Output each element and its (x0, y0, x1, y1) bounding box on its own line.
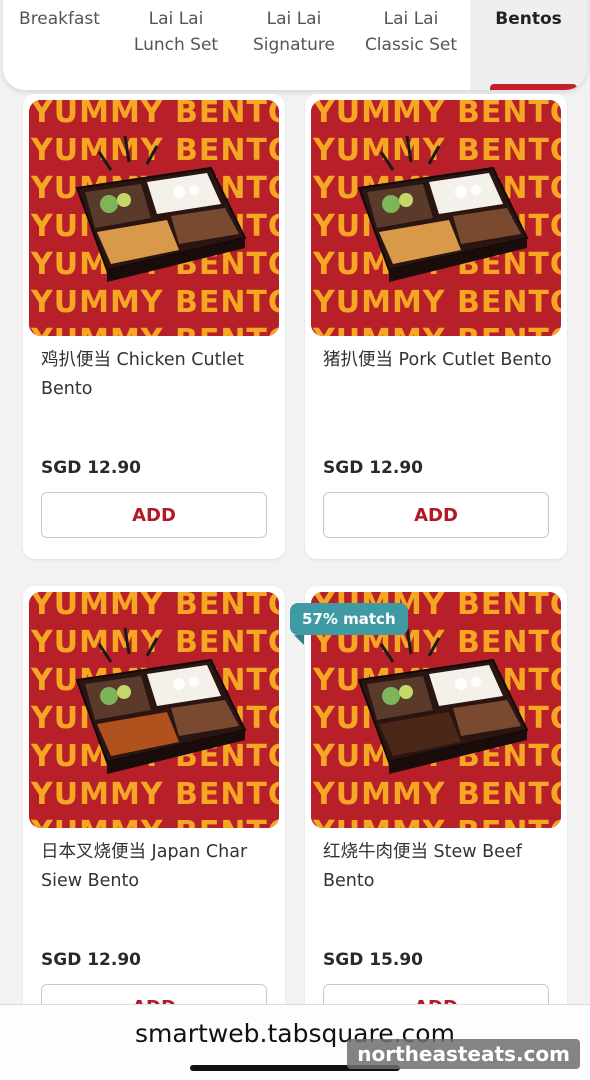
product-name: 猪扒便当 Pork Cutlet Bento (323, 350, 552, 370)
banner-text: YUMMY BENTO (312, 285, 561, 320)
product-name: 红烧牛肉便当 Stew Beef Bento (323, 842, 522, 891)
add-button[interactable]: ADD (323, 984, 549, 1004)
product-price: SGD 12.90 (41, 950, 141, 970)
product-price: SGD 15.90 (323, 950, 423, 970)
active-tab-indicator (490, 84, 577, 90)
banner-text: YUMMY BENTO (30, 592, 279, 622)
product-image: YUMMY BENTOYUMMY BENTOYUMMY BENTOYUMMY B… (29, 592, 279, 828)
product-image: YUMMY BENTOYUMMY BENTOYUMMY BENTOYUMMY B… (29, 100, 279, 336)
product-grid: YUMMY BENTO YUMMY BENTO YUMMY BENTO YUMMY B… (0, 92, 590, 1004)
banner-text: YUMMY BENTO (30, 323, 279, 336)
banner-text: YUMMY BENTO (30, 100, 279, 130)
tab-label: Lai Lai Signature (252, 9, 335, 55)
product-name: 日本叉烧便当 Japan Char Siew Bento (41, 842, 248, 891)
banner-text: YUMMY BENTO (30, 815, 279, 828)
category-tab-bar: Breakfast Lai Lai Lunch Set Lai Lai Sign… (0, 0, 590, 92)
product-card[interactable]: YUMMY BENTOYUMMY BENTOYUMMY BENTOYUMMY B… (305, 586, 567, 1004)
tab-label: Lai Lai Classic Set (364, 9, 458, 55)
match-badge: 57% match (290, 603, 408, 645)
browser-address-bar[interactable]: smartweb.tabsquare.com northeasteats.com (0, 1004, 590, 1080)
product-price: SGD 12.90 (323, 458, 423, 478)
banner-text: YUMMY BENTO (312, 100, 561, 130)
product-image: YUMMY BENTOYUMMY BENTOYUMMY BENTOYUMMY B… (311, 100, 561, 336)
banner-text: YUMMY BENTO (312, 323, 561, 336)
banner-text: YUMMY BENTO (312, 777, 561, 812)
tab-breakfast[interactable]: Breakfast (3, 0, 116, 90)
tab-label: Bentos (495, 9, 562, 29)
tab-bentos[interactable]: Bentos (470, 0, 587, 90)
tab-label: Lai Lai Lunch Set (133, 9, 219, 55)
product-card[interactable]: YUMMY BENTOYUMMY BENTOYUMMY BENTOYUMMY B… (23, 94, 285, 559)
tab-lai-lai-classic-set[interactable]: Lai Lai Classic Set (352, 0, 470, 90)
tab-lai-lai-signature[interactable]: Lai Lai Signature (236, 0, 352, 90)
banner-text: YUMMY BENTO (30, 285, 279, 320)
product-price: SGD 12.90 (41, 458, 141, 478)
banner-text: YUMMY BENTO (30, 777, 279, 812)
watermark: northeasteats.com (347, 1039, 580, 1069)
add-button[interactable]: ADD (41, 984, 267, 1004)
add-button[interactable]: ADD (41, 492, 267, 538)
tab-label: Breakfast (19, 9, 100, 29)
tab-lai-lai-lunch-set[interactable]: Lai Lai Lunch Set (116, 0, 236, 90)
banner-text: YUMMY BENTO (312, 815, 561, 828)
product-card[interactable]: YUMMY BENTOYUMMY BENTOYUMMY BENTOYUMMY B… (23, 586, 285, 1004)
add-button[interactable]: ADD (323, 492, 549, 538)
product-name: 鸡扒便当 Chicken Cutlet Bento (41, 350, 244, 399)
category-tab-container: Breakfast Lai Lai Lunch Set Lai Lai Sign… (3, 0, 587, 90)
product-card[interactable]: YUMMY BENTOYUMMY BENTOYUMMY BENTOYUMMY B… (305, 94, 567, 559)
